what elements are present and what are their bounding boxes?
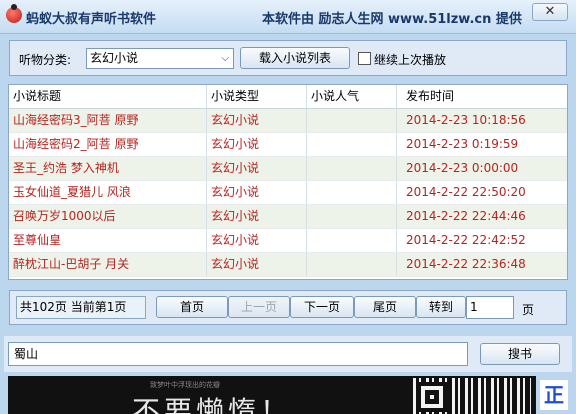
cell-type: 玄幻小说 bbox=[207, 205, 307, 228]
category-label: 听物分类: bbox=[19, 53, 72, 67]
cell-time: 2014-2-22 22:42:52 bbox=[406, 233, 526, 247]
table-row[interactable]: 至尊仙皇 玄幻小说 2014-2-22 22:42:52 bbox=[9, 229, 567, 253]
provider-text: 本软件由 励志人生网 www.51lzw.cn 提供 bbox=[262, 12, 522, 27]
app-title: 蚂蚁大叔有声听书软件 bbox=[26, 12, 157, 27]
table-row[interactable]: 醉枕江山-巴胡子 月关 玄幻小说 2014-2-22 22:36:48 bbox=[9, 253, 567, 277]
page-info: 共102页 当前第1页 bbox=[16, 296, 146, 319]
cell-time: 2014-2-23 0:00:00 bbox=[406, 161, 519, 175]
cell-time: 2014-2-22 22:36:48 bbox=[406, 257, 526, 271]
close-button[interactable]: ✕ bbox=[532, 3, 568, 21]
cell-popularity bbox=[307, 109, 397, 132]
qr-code-icon bbox=[413, 378, 531, 414]
novel-table: 小说标题 小说类型 小说人气 发布时间 山海经密码3_阿菩 原野 玄幻小说 20… bbox=[8, 84, 568, 280]
cell-type: 玄幻小说 bbox=[207, 181, 307, 204]
cell-title: 山海经密码2_阿菩 原野 bbox=[9, 133, 207, 156]
cell-time: 2014-2-22 22:50:20 bbox=[406, 185, 526, 199]
search-input[interactable]: 蜀山 bbox=[8, 342, 468, 366]
page-unit-label: 页 bbox=[522, 303, 535, 317]
ad-banner[interactable]: 致梦叶中浮现出的花瓣 不要懒惰！ bbox=[8, 376, 536, 414]
cell-popularity bbox=[307, 229, 397, 252]
cell-type: 玄幻小说 bbox=[207, 229, 307, 252]
last-page-button[interactable]: 尾页 bbox=[354, 296, 416, 318]
category-toolbar: 听物分类: 玄幻小说 ⌵ 载入小说列表 继续上次播放 bbox=[9, 40, 567, 76]
goto-button[interactable]: 转到 bbox=[416, 296, 466, 318]
category-select[interactable]: 玄幻小说 ⌵ bbox=[86, 48, 234, 69]
cell-title: 至尊仙皇 bbox=[9, 229, 207, 252]
cell-type: 玄幻小说 bbox=[207, 253, 307, 276]
page-number-input[interactable]: 1 bbox=[466, 296, 514, 319]
table-row[interactable]: 玉女仙道_夏猎儿 风浪 玄幻小说 2014-2-22 22:50:20 bbox=[9, 181, 567, 205]
title-bar: 蚂蚁大叔有声听书软件 本软件由 励志人生网 www.51lzw.cn 提供 ✕ bbox=[0, 0, 576, 34]
table-header: 小说标题 小说类型 小说人气 发布时间 bbox=[9, 85, 567, 109]
table-body: 山海经密码3_阿菩 原野 玄幻小说 2014-2-23 10:18:56 山海经… bbox=[9, 109, 567, 277]
cell-title: 玉女仙道_夏猎儿 风浪 bbox=[9, 181, 207, 204]
cell-popularity bbox=[307, 181, 397, 204]
first-page-button[interactable]: 首页 bbox=[156, 296, 228, 318]
cell-popularity bbox=[307, 157, 397, 180]
prev-page-button[interactable]: 上一页 bbox=[228, 296, 290, 318]
cell-time: 2014-2-22 22:44:46 bbox=[406, 209, 526, 223]
banner-small-text: 致梦叶中浮现出的花瓣 bbox=[150, 381, 220, 389]
ant-logo-icon bbox=[6, 4, 22, 23]
cell-popularity bbox=[307, 205, 397, 228]
cell-type: 玄幻小说 bbox=[207, 157, 307, 180]
cell-popularity bbox=[307, 253, 397, 276]
chevron-down-icon: ⌵ bbox=[221, 53, 229, 64]
pagination-bar: 共102页 当前第1页 首页 上一页 下一页 尾页 转到 1 页 bbox=[9, 290, 567, 325]
cell-type: 玄幻小说 bbox=[207, 133, 307, 156]
continue-label: 继续上次播放 bbox=[374, 53, 447, 67]
search-button[interactable]: 搜书 bbox=[480, 343, 560, 365]
column-header-time[interactable]: 发布时间 bbox=[397, 85, 567, 108]
column-header-type[interactable]: 小说类型 bbox=[207, 85, 307, 108]
cell-time: 2014-2-23 0:19:59 bbox=[406, 137, 519, 151]
cell-time: 2014-2-23 10:18:56 bbox=[406, 113, 526, 127]
table-row[interactable]: 召唤万岁1000以后 玄幻小说 2014-2-22 22:44:46 bbox=[9, 205, 567, 229]
cell-popularity bbox=[307, 133, 397, 156]
cell-title: 召唤万岁1000以后 bbox=[9, 205, 207, 228]
category-value: 玄幻小说 bbox=[90, 51, 139, 65]
column-header-title[interactable]: 小说标题 bbox=[9, 85, 207, 108]
search-bar: 蜀山 搜书 bbox=[4, 336, 572, 372]
cell-title: 醉枕江山-巴胡子 月关 bbox=[9, 253, 207, 276]
cell-title: 圣王_约浩 梦入神机 bbox=[9, 157, 207, 180]
load-list-button[interactable]: 载入小说列表 bbox=[240, 47, 350, 69]
table-row[interactable]: 山海经密码2_阿菩 原野 玄幻小说 2014-2-23 0:19:59 bbox=[9, 133, 567, 157]
next-page-button[interactable]: 下一页 bbox=[290, 296, 354, 318]
side-badge[interactable]: 正 bbox=[540, 380, 568, 410]
cell-title: 山海经密码3_阿菩 原野 bbox=[9, 109, 207, 132]
table-row[interactable]: 山海经密码3_阿菩 原野 玄幻小说 2014-2-23 10:18:56 bbox=[9, 109, 567, 133]
cell-type: 玄幻小说 bbox=[207, 109, 307, 132]
column-header-popularity[interactable]: 小说人气 bbox=[307, 85, 397, 108]
close-icon: ✕ bbox=[544, 4, 556, 19]
continue-checkbox[interactable] bbox=[358, 52, 371, 65]
table-row[interactable]: 圣王_约浩 梦入神机 玄幻小说 2014-2-23 0:00:00 bbox=[9, 157, 567, 181]
banner-text: 不要懒惰！ bbox=[132, 395, 293, 414]
